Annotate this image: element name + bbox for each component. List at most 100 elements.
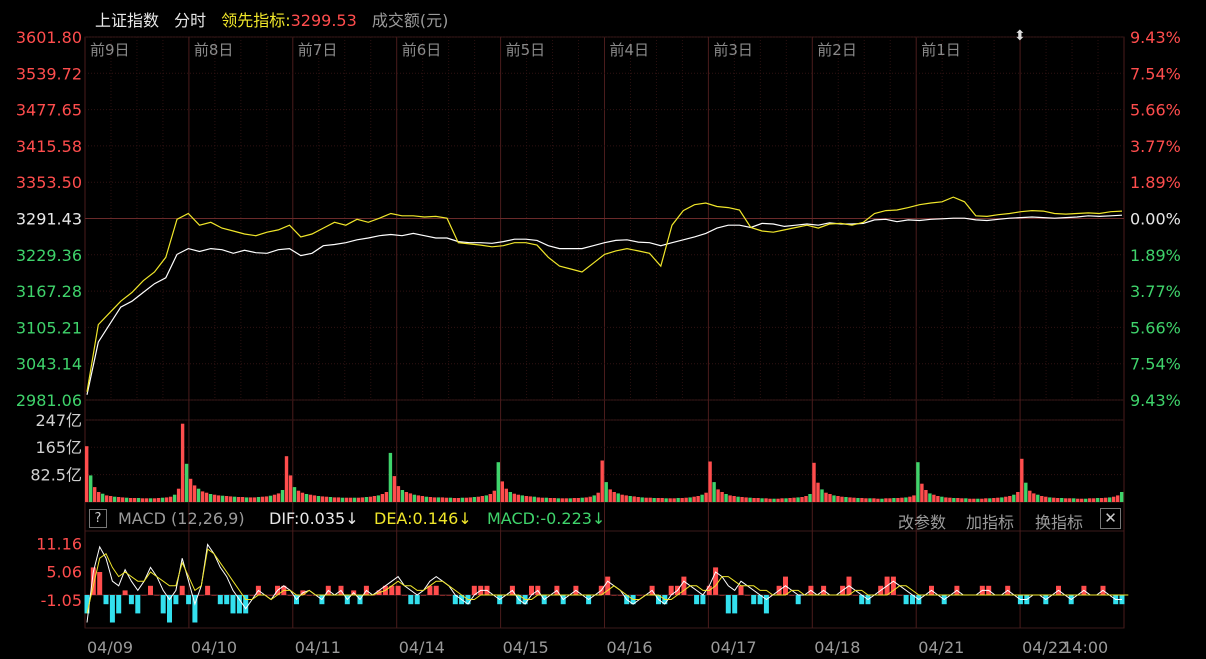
volume-bar: [280, 490, 285, 502]
volume-bar: [208, 494, 213, 502]
volume-bar: [996, 497, 1000, 502]
volume-bar: [680, 498, 684, 502]
macd-histogram-bar: [97, 572, 103, 595]
volume-bar: [804, 496, 808, 502]
switch-indicator-button[interactable]: 换指标: [1035, 509, 1083, 533]
volume-bar: [636, 497, 640, 502]
change-params-button[interactable]: 改参数: [898, 509, 946, 533]
volume-bar: [516, 494, 520, 502]
volume-bar: [664, 498, 668, 502]
volume-bar: [660, 498, 664, 502]
volume-bar: [696, 496, 700, 502]
volume-bar: [380, 494, 385, 502]
volume-bar: [656, 498, 660, 502]
volume-bar: [568, 498, 572, 502]
macd-histogram-bar: [903, 595, 909, 605]
volume-bar: [828, 494, 832, 502]
volume-bar: [564, 498, 568, 502]
macd-histogram-bar: [211, 595, 217, 596]
volume-bar: [100, 493, 105, 502]
volume-bar: [144, 498, 149, 502]
volume-bar: [512, 493, 516, 502]
volume-bar: [1084, 498, 1088, 502]
price-tick-label: 3477.65: [16, 101, 82, 120]
volume-tick-label: 82.5亿: [30, 466, 82, 485]
add-indicator-button[interactable]: 加指标: [966, 509, 1014, 533]
volume-bar: [252, 497, 257, 502]
macd-tick-label: 11.16: [36, 535, 82, 554]
volume-bar: [456, 498, 461, 502]
volume-bar: [464, 497, 469, 502]
index-name[interactable]: 上证指数: [95, 11, 159, 30]
volume-bar: [620, 494, 624, 502]
volume-bar: [632, 496, 636, 502]
sort-icon[interactable]: ⬍: [1014, 28, 1026, 44]
price-tick-label: 2981.06: [16, 391, 82, 410]
volume-bar: [384, 492, 389, 502]
dea-value: DEA:0.146↓: [374, 509, 472, 528]
volume-bar: [460, 497, 465, 502]
volume-bar: [584, 497, 588, 502]
macd-histogram-bar: [440, 595, 446, 596]
volume-bar: [440, 497, 445, 502]
volume-bar: [728, 495, 732, 502]
volume-bar: [188, 478, 193, 502]
macd-histogram-bar: [789, 595, 795, 596]
macd-histogram-bar: [135, 595, 141, 614]
volume-bar: [576, 498, 580, 502]
macd-histogram-bar: [719, 595, 725, 596]
volume-bar: [844, 497, 848, 502]
volume-bar: [308, 494, 313, 502]
help-icon[interactable]: ?: [89, 509, 107, 528]
volume-bar: [1052, 497, 1056, 502]
macd-title[interactable]: MACD (12,26,9): [118, 509, 245, 528]
x-axis-label: 04/10: [191, 638, 237, 657]
volume-bar: [1120, 492, 1124, 502]
volume-bar: [132, 498, 137, 502]
volume-bar: [304, 494, 309, 502]
volume-bar: [508, 492, 512, 502]
volume-bar: [772, 498, 776, 502]
volume-bar: [296, 490, 301, 502]
volume-bar: [392, 476, 397, 502]
volume-bar: [936, 496, 940, 502]
mode-label[interactable]: 分时: [174, 11, 206, 30]
pct-tick-label: 5.66%: [1130, 318, 1181, 337]
macd-histogram-bar: [141, 595, 147, 596]
volume-bar: [400, 490, 405, 502]
x-axis-label: 04/15: [503, 638, 549, 657]
macd-histogram-bar: [402, 595, 407, 596]
volume-bar: [868, 498, 872, 502]
macd-histogram-bar: [611, 595, 617, 596]
volume-bar: [856, 498, 860, 502]
volume-bar: [616, 493, 620, 502]
macd-histogram-bar: [751, 595, 757, 605]
volume-bar: [628, 496, 632, 502]
volume-bar: [972, 498, 976, 502]
macd-histogram-bar: [116, 595, 122, 614]
volume-bar: [860, 498, 864, 502]
volume-bar: [840, 496, 844, 502]
volume-bar: [668, 498, 672, 502]
close-icon[interactable]: ✕: [1100, 508, 1121, 529]
volume-bar: [976, 498, 980, 502]
volume-bar: [240, 497, 245, 502]
volume-bar: [416, 495, 421, 502]
volume-bar: [872, 498, 876, 502]
volume-bar: [736, 496, 740, 502]
volume-bar: [608, 489, 612, 502]
volume-bar: [944, 497, 948, 502]
volume-bar: [204, 492, 209, 502]
volume-bar: [488, 494, 493, 502]
volume-bar: [200, 491, 205, 502]
volume-bar: [988, 498, 992, 502]
volume-bar: [312, 495, 317, 502]
macd-histogram-bar: [732, 595, 738, 614]
day-label: 前2日: [817, 41, 857, 59]
volume-bar: [484, 495, 489, 502]
volume-bar: [244, 497, 249, 502]
volume-bar: [876, 498, 880, 502]
volume-bar: [808, 494, 812, 502]
day-label: 前4日: [610, 41, 650, 59]
macd-histogram-bar: [154, 595, 160, 596]
